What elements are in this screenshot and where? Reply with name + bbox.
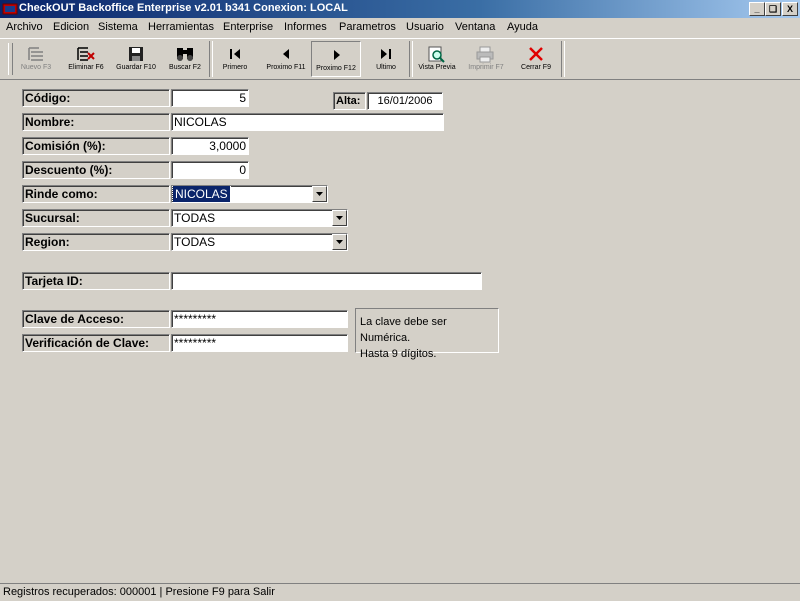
preview-button-label: Vista Previa: [418, 64, 456, 71]
window-title: CheckOUT Backoffice Enterprise v2.01 b34…: [19, 2, 348, 14]
menu-enterprise[interactable]: Enterprise: [223, 21, 273, 33]
chevron-down-icon: [316, 192, 323, 196]
previous-button[interactable]: Proximo F11: [260, 41, 312, 77]
descuento-field[interactable]: 0: [171, 161, 249, 179]
rinde-select-value: NICOLAS: [172, 186, 231, 202]
rinde-label: Rinde como:: [22, 185, 170, 203]
codigo-field[interactable]: 5: [171, 89, 249, 107]
title-bar: CheckOUT Backoffice Enterprise v2.01 b34…: [0, 0, 800, 18]
toolbar: Nuevo F3 Eliminar F6 Guardar F10 Buscar …: [0, 38, 800, 80]
toolbar-separator: [561, 41, 565, 77]
menu-herramientas[interactable]: Herramientas: [148, 21, 214, 33]
region-dropdown-button[interactable]: [332, 234, 347, 250]
nombre-field[interactable]: NICOLAS: [171, 113, 444, 131]
app-icon: [2, 3, 18, 15]
save-icon: [129, 47, 143, 61]
descuento-label: Descuento (%):: [22, 161, 170, 179]
close-icon: [529, 47, 543, 61]
menu-sistema[interactable]: Sistema: [98, 21, 138, 33]
menu-edicion[interactable]: Edicion: [53, 21, 89, 33]
previous-button-label: Proximo F11: [266, 64, 306, 71]
last-button-label: Ultimo: [376, 64, 396, 71]
menu-ventana[interactable]: Ventana: [455, 21, 495, 33]
rinde-select[interactable]: NICOLAS: [171, 185, 328, 203]
sucursal-dropdown-button[interactable]: [332, 210, 347, 226]
sucursal-label: Sucursal:: [22, 209, 170, 227]
menu-bar: Archivo Edicion Sistema Herramientas Ent…: [0, 18, 800, 38]
menu-informes[interactable]: Informes: [284, 21, 327, 33]
verificacion-label: Verificación de Clave:: [22, 334, 170, 352]
nombre-label: Nombre:: [22, 113, 170, 131]
comision-label: Comisión (%):: [22, 137, 170, 155]
restore-button[interactable]: ❏: [765, 2, 781, 16]
print-button[interactable]: Imprimir F7: [462, 41, 510, 77]
region-select[interactable]: TODAS: [171, 233, 348, 251]
status-text: Registros recuperados: 000001 | Presione…: [3, 586, 275, 598]
clave-label: Clave de Acceso:: [22, 310, 170, 328]
last-icon: [381, 49, 391, 59]
close-form-button[interactable]: Cerrar F9: [513, 41, 559, 77]
search-button-label: Buscar F2: [169, 64, 201, 71]
print-button-label: Imprimir F7: [468, 64, 504, 71]
password-hint: La clave debe ser Numérica. Hasta 9 dígi…: [355, 308, 499, 360]
menu-archivo[interactable]: Archivo: [6, 21, 43, 33]
save-button[interactable]: Guardar F10: [112, 41, 160, 77]
toolbar-grip[interactable]: [8, 43, 13, 75]
minimize-button[interactable]: _: [749, 2, 765, 16]
codigo-label: Código:: [22, 89, 170, 107]
delete-button-label: Eliminar F6: [68, 64, 104, 71]
menu-parametros[interactable]: Parametros: [339, 21, 396, 33]
close-window-button[interactable]: X: [782, 2, 798, 16]
search-button[interactable]: Buscar F2: [162, 41, 208, 77]
alta-field[interactable]: 16/01/2006: [367, 92, 443, 110]
next-icon: [334, 50, 340, 60]
sucursal-select[interactable]: TODAS: [171, 209, 348, 227]
menu-ayuda[interactable]: Ayuda: [507, 21, 538, 33]
region-select-value: TODAS: [174, 235, 216, 249]
preview-icon: [428, 46, 445, 63]
close-form-button-label: Cerrar F9: [521, 64, 551, 71]
first-icon: [230, 49, 240, 59]
previous-icon: [283, 49, 289, 59]
alta-label: Alta:: [333, 92, 366, 110]
sucursal-select-value: TODAS: [174, 211, 216, 225]
last-button[interactable]: Ultimo: [364, 41, 408, 77]
delete-icon: [77, 47, 95, 61]
status-bar: Registros recuperados: 000001 | Presione…: [0, 583, 800, 601]
preview-button[interactable]: Vista Previa: [412, 41, 462, 77]
first-button-label: Primero: [222, 64, 248, 71]
tarjeta-field[interactable]: [171, 272, 482, 290]
printer-icon: [476, 46, 494, 63]
next-button[interactable]: Proximo F12: [311, 41, 361, 77]
new-button[interactable]: Nuevo F3: [14, 41, 58, 77]
save-button-label: Guardar F10: [116, 64, 156, 71]
clave-password-field[interactable]: *********: [171, 310, 348, 328]
chevron-down-icon: [336, 216, 343, 220]
new-icon: [28, 47, 43, 61]
binoculars-icon: [177, 48, 193, 61]
rinde-dropdown-button[interactable]: [312, 186, 327, 202]
verificacion-password-field[interactable]: *********: [171, 334, 348, 352]
region-label: Region:: [22, 233, 170, 251]
menu-usuario[interactable]: Usuario: [406, 21, 444, 33]
first-button[interactable]: Primero: [213, 41, 257, 77]
chevron-down-icon: [336, 240, 343, 244]
tarjeta-label: Tarjeta ID:: [22, 272, 170, 290]
new-button-label: Nuevo F3: [20, 64, 52, 71]
password-hint-line1: La clave debe ser Numérica.: [360, 316, 447, 344]
delete-button[interactable]: Eliminar F6: [60, 41, 112, 77]
vendor-form: Código: 5 Alta: 16/01/2006 Nombre: NICOL…: [0, 79, 800, 583]
password-hint-line2: Hasta 9 dígitos.: [360, 348, 437, 360]
next-button-label: Proximo F12: [316, 65, 356, 72]
comision-field[interactable]: 3,0000: [171, 137, 249, 155]
